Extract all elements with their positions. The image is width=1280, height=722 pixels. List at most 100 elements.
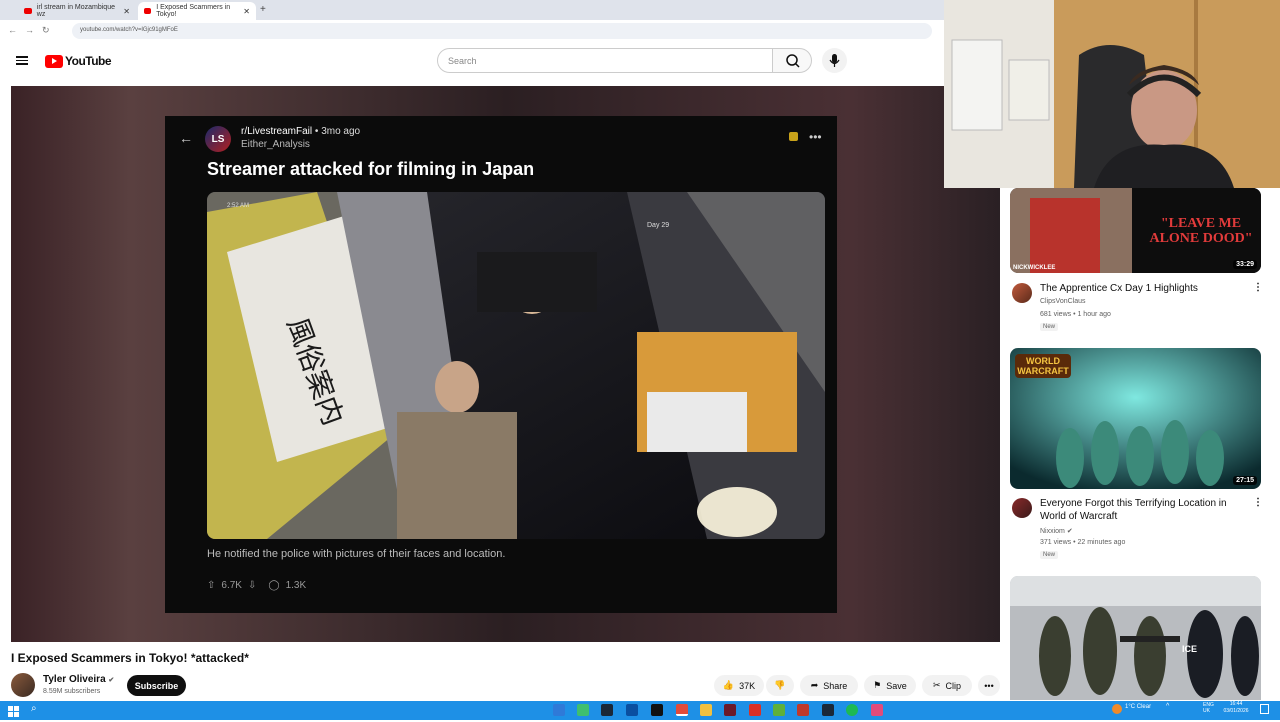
forward-icon[interactable]: → <box>25 25 34 35</box>
chrome-icon[interactable] <box>676 704 688 716</box>
tray-chevron-icon[interactable]: ^ <box>1166 703 1169 710</box>
webcam-feed-image <box>944 0 1280 188</box>
more-actions-button[interactable]: ••• <box>978 675 1000 696</box>
thumbnail-image <box>1010 576 1261 700</box>
voice-search-button[interactable] <box>822 48 847 73</box>
video-duration: 27:15 <box>1233 476 1257 485</box>
search-input[interactable]: Search <box>437 48 773 73</box>
sidebar-thumbnail[interactable]: WORLD WARCRAFT 27:15 <box>1010 348 1261 489</box>
thumbs-down-icon: 👎 <box>774 680 786 690</box>
reddit-post-card: ← LS r/LivestreamFail • 3mo ago Either_A… <box>165 116 837 613</box>
terminal-icon[interactable] <box>651 704 663 716</box>
language-indicator[interactable]: ENG UK <box>1203 702 1217 714</box>
sidebar-video-title[interactable]: The Apprentice Cx Day 1 Highlights <box>1040 282 1245 295</box>
menu-icon[interactable] <box>16 54 28 66</box>
post-author: Either_Analysis <box>241 139 310 150</box>
app-icon[interactable] <box>797 704 809 716</box>
svg-text:2:52 AM: 2:52 AM <box>227 203 249 209</box>
new-badge: New <box>1040 323 1059 331</box>
save-label: Save <box>886 680 907 691</box>
spotify-icon[interactable] <box>846 704 858 716</box>
app-icon[interactable] <box>773 704 785 716</box>
taskbar-search-icon[interactable]: ⌕ <box>31 703 37 714</box>
back-icon[interactable]: ← <box>8 25 17 35</box>
video-title: I Exposed Scammers in Tokyo! *attacked* <box>11 651 249 665</box>
file-explorer-icon[interactable] <box>700 704 712 716</box>
subscriber-count: 8.59M subscribers <box>43 688 101 695</box>
channel-name[interactable]: Tyler Oliveira ✔ <box>43 674 114 685</box>
post-video-frame: 風俗案内 Day 29 2:52 AM <box>207 192 825 539</box>
subreddit-name: r/LivestreamFail <box>241 126 313 137</box>
app-icon[interactable] <box>822 704 834 716</box>
logo-text: YouTube <box>65 54 112 68</box>
post-age: • 3mo ago <box>314 126 361 137</box>
browser-tab[interactable]: irl stream in Mozambique wz ✕ <box>18 2 136 20</box>
bookmark-icon: ⚑ <box>873 680 882 690</box>
thumbnail-text: "LEAVE ME ALONE DOOD" <box>1149 216 1253 246</box>
back-arrow-icon: ← <box>179 130 193 146</box>
url-field[interactable]: youtube.com/watch?v=lGjc91gMFoE <box>72 23 932 39</box>
post-title: Streamer attacked for filming in Japan <box>207 159 535 179</box>
close-tab-icon[interactable]: ✕ <box>243 7 250 16</box>
close-tab-icon[interactable]: ✕ <box>123 7 130 16</box>
share-button[interactable]: ➦ Share <box>800 675 858 696</box>
comment-icon: ◯ <box>268 580 280 591</box>
clock-date: 03/01/2026 <box>1223 708 1249 714</box>
app-icon[interactable] <box>749 704 761 716</box>
clock[interactable]: 16:44 03/01/2026 <box>1222 701 1250 715</box>
more-vertical-icon[interactable]: ⋮ <box>1253 282 1263 293</box>
share-icon: ➦ <box>810 680 819 690</box>
sidebar-channel-name[interactable]: ClipsVonClaus <box>1040 298 1086 305</box>
channel-avatar[interactable] <box>1012 283 1032 303</box>
sidebar-video-meta: 371 views • 22 minutes ago <box>1040 539 1126 546</box>
subreddit-line: r/LivestreamFail • 3mo ago <box>241 126 360 137</box>
thumbnail-text: ICE <box>1182 644 1198 654</box>
webcam-overlay <box>944 0 1280 188</box>
channel-avatar[interactable] <box>11 673 35 697</box>
search-button[interactable] <box>772 48 812 73</box>
app-icon[interactable] <box>724 704 736 716</box>
windows-start-icon[interactable] <box>8 704 19 717</box>
youtube-favicon-icon <box>24 8 32 14</box>
lock-icon <box>789 132 798 141</box>
dislike-button[interactable]: 👎 <box>766 675 794 696</box>
subscribe-button[interactable]: Subscribe <box>127 675 186 696</box>
share-label: Share <box>823 680 848 691</box>
youtube-play-icon <box>45 54 63 68</box>
like-button[interactable]: 👍 37K <box>714 675 764 696</box>
reload-icon[interactable]: ↻ <box>42 25 50 36</box>
app-icon[interactable] <box>871 704 883 716</box>
upvote-icon: ⇧ <box>207 580 216 591</box>
weather-text[interactable]: 1°C Clear <box>1125 704 1151 710</box>
sidebar-video-title[interactable]: Everyone Forgot this Terrifying Location… <box>1040 497 1245 523</box>
tab-label: irl stream in Mozambique wz <box>36 4 115 18</box>
sidebar-thumbnail[interactable]: ICE <box>1010 576 1261 700</box>
more-vertical-icon[interactable]: ⋮ <box>1253 497 1263 508</box>
new-badge: New <box>1040 551 1059 559</box>
save-button[interactable]: ⚑ Save <box>864 675 916 696</box>
clip-button[interactable]: ✂ Clip <box>922 675 972 696</box>
verified-icon: ✔ <box>1066 528 1073 535</box>
tab-label: I Exposed Scammers in Tokyo! <box>156 4 231 18</box>
edge-icon[interactable] <box>553 704 565 716</box>
notifications-icon[interactable] <box>1260 704 1269 714</box>
weather-icon <box>1112 704 1122 714</box>
thumbs-up-icon: 👍 <box>722 680 735 690</box>
verified-icon: ✔ <box>108 677 115 684</box>
sidebar-thumbnail[interactable]: "LEAVE ME ALONE DOOD" NICKWICKLEE 33:29 <box>1010 188 1261 273</box>
channel-name-text: Nixxiom <box>1040 528 1065 535</box>
comment-count: 1.3K <box>285 580 307 591</box>
app-icon[interactable] <box>626 704 638 716</box>
thumbnail-subtext: NICKWICKLEE <box>1013 265 1056 271</box>
browser-tab-active[interactable]: I Exposed Scammers in Tokyo! ✕ <box>138 2 256 20</box>
video-player[interactable]: ← LS r/LivestreamFail • 3mo ago Either_A… <box>11 86 1000 642</box>
steam-icon[interactable] <box>601 704 613 716</box>
photos-icon[interactable] <box>577 704 589 716</box>
clock-time: 16:44 <box>1229 701 1243 707</box>
new-tab-icon[interactable]: + <box>260 4 266 15</box>
search-icon <box>786 54 800 68</box>
youtube-logo[interactable]: YouTube <box>45 54 135 68</box>
clip-label: Clip <box>945 680 962 691</box>
channel-avatar[interactable] <box>1012 498 1032 518</box>
sidebar-channel-name[interactable]: Nixxiom ✔ <box>1040 527 1073 535</box>
